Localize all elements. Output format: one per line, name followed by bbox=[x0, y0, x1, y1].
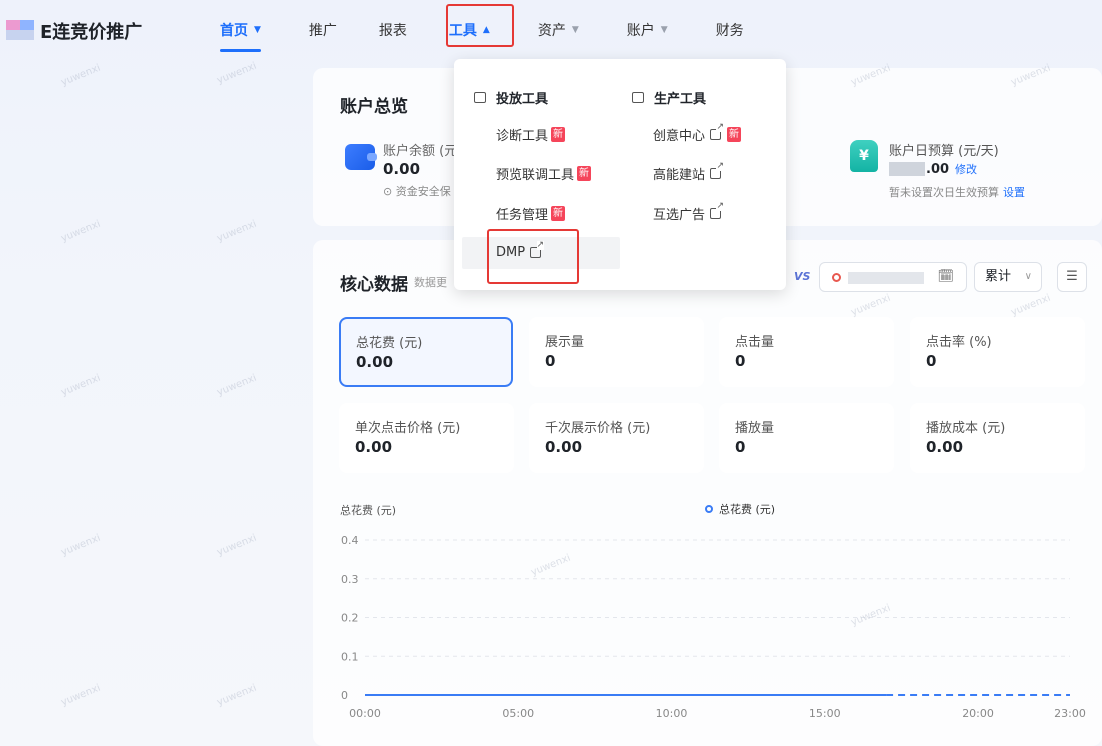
x-tick-label: 20:00 bbox=[962, 707, 994, 720]
watermark: yuwenxi bbox=[59, 532, 103, 559]
set-budget-link[interactable]: 设置 bbox=[1003, 186, 1025, 199]
y-tick-label: 0.3 bbox=[341, 573, 359, 586]
watermark: yuwenxi bbox=[59, 62, 103, 89]
core-data-card: 核心数据 数据更 VS 🗓 累计 ∨ ☰ 总花费 (元) 0.00 展示量 0 … bbox=[313, 240, 1102, 746]
menu-item-label: 任务管理 bbox=[496, 208, 549, 223]
menu-item-mutual-ads[interactable]: 互选广告 bbox=[653, 202, 725, 223]
menu-item-task-management[interactable]: 任务管理 新 bbox=[496, 204, 566, 223]
nav-finance[interactable]: 财务 bbox=[716, 0, 744, 60]
nav-account-label: 账户 bbox=[626, 23, 655, 39]
chevron-down-icon: ▼ bbox=[660, 25, 668, 35]
new-badge: 新 bbox=[551, 206, 566, 221]
menu-item-creative-center[interactable]: 创意中心 新 bbox=[653, 123, 742, 144]
budget-value: .00 修改 bbox=[889, 161, 977, 177]
watermark: yuwenxi bbox=[59, 682, 103, 709]
budget-note-text: 暂未设置次日生效预算 bbox=[889, 186, 999, 199]
watermark: yuwenxi bbox=[59, 372, 103, 399]
wallet-icon bbox=[345, 144, 377, 170]
menu-item-label: 诊断工具 bbox=[496, 129, 549, 144]
watermark: yuwenxi bbox=[215, 60, 259, 87]
chevron-down-icon: ▼ bbox=[571, 25, 579, 35]
play-icon bbox=[632, 92, 644, 103]
watermark: yuwenxi bbox=[59, 218, 103, 245]
nav-assets-label: 资产 bbox=[537, 23, 566, 39]
modify-budget-link[interactable]: 修改 bbox=[955, 161, 977, 177]
nav-reports[interactable]: 报表 bbox=[379, 0, 407, 60]
menu-item-preview-debug[interactable]: 预览联调工具 新 bbox=[496, 164, 592, 183]
overview-title: 账户总览 bbox=[340, 97, 408, 117]
highlight-box-tools bbox=[446, 4, 514, 47]
nav-home[interactable]: 首页 ▼ bbox=[220, 0, 261, 60]
watermark: yuwenxi bbox=[215, 372, 259, 399]
x-tick-label: 05:00 bbox=[502, 707, 534, 720]
menu-item-diagnose[interactable]: 诊断工具 新 bbox=[496, 125, 566, 144]
external-link-icon bbox=[710, 162, 725, 179]
top-header: E连竞价推广 首页 ▼ 推广 报表 工具 ▲ 资产 ▼ 账户 ▼ 财务 bbox=[0, 0, 1102, 60]
watermark: yuwenxi bbox=[215, 532, 259, 559]
y-tick-label: 0 bbox=[341, 689, 348, 702]
nav-reports-label: 报表 bbox=[378, 23, 407, 39]
new-badge: 新 bbox=[727, 127, 742, 142]
new-badge: 新 bbox=[551, 127, 566, 142]
menu-item-label: 互选广告 bbox=[653, 208, 706, 223]
x-tick-label: 23:00 bbox=[1054, 707, 1086, 720]
nav-home-label: 首页 bbox=[220, 23, 248, 39]
new-badge: 新 bbox=[577, 166, 592, 181]
budget-note: 暂未设置次日生效预算 设置 bbox=[889, 184, 1025, 200]
budget-label: 账户日预算 (元/天) bbox=[889, 144, 999, 159]
nav-promotion[interactable]: 推广 bbox=[309, 0, 337, 60]
menu-item-label: 预览联调工具 bbox=[496, 168, 575, 183]
chevron-down-icon: ▼ bbox=[254, 25, 261, 35]
production-tools-title: 生产工具 bbox=[654, 92, 707, 107]
x-tick-label: 00:00 bbox=[349, 707, 381, 720]
menu-item-site-builder[interactable]: 高能建站 bbox=[653, 162, 725, 183]
nav-account[interactable]: 账户 ▼ bbox=[627, 0, 668, 60]
delivery-tools-heading: 投放工具 bbox=[474, 88, 548, 107]
external-link-icon bbox=[710, 123, 725, 140]
x-tick-label: 10:00 bbox=[656, 707, 688, 720]
production-tools-heading: 生产工具 bbox=[632, 88, 706, 107]
nav-assets[interactable]: 资产 ▼ bbox=[538, 0, 579, 60]
watermark: yuwenxi bbox=[215, 682, 259, 709]
external-link-icon bbox=[710, 202, 725, 219]
y-tick-label: 0.4 bbox=[341, 534, 359, 547]
redacted-value bbox=[889, 162, 925, 176]
balance-label: 账户余额 (元 bbox=[383, 144, 458, 159]
highlight-box-dmp bbox=[487, 229, 579, 284]
brand-logo[interactable]: E连竞价推广 bbox=[6, 18, 142, 44]
y-tick-label: 0.2 bbox=[341, 612, 359, 625]
yuan-tag-icon: ¥ bbox=[850, 140, 878, 172]
balance-note: ⊙ 资金安全保 bbox=[383, 185, 451, 198]
monitor-icon bbox=[474, 92, 486, 103]
nav-promotion-label: 推广 bbox=[308, 23, 337, 39]
menu-item-label: 高能建站 bbox=[653, 168, 706, 183]
y-tick-label: 0.1 bbox=[341, 650, 359, 663]
x-tick-label: 15:00 bbox=[809, 707, 841, 720]
menu-item-label: 创意中心 bbox=[653, 129, 706, 144]
watermark: yuwenxi bbox=[215, 218, 259, 245]
balance-value: 0.00 bbox=[383, 160, 421, 178]
budget-value-text: .00 bbox=[926, 161, 950, 177]
logo-icon bbox=[6, 20, 36, 42]
spend-line-chart: 0.4 0.3 0.2 0.1 000:00 05:00 10:00 15:00 20:00 23… bbox=[341, 534, 1086, 720]
delivery-tools-title: 投放工具 bbox=[496, 92, 549, 107]
brand-name: E连竞价推广 bbox=[40, 22, 143, 43]
nav-finance-label: 财务 bbox=[715, 23, 744, 39]
